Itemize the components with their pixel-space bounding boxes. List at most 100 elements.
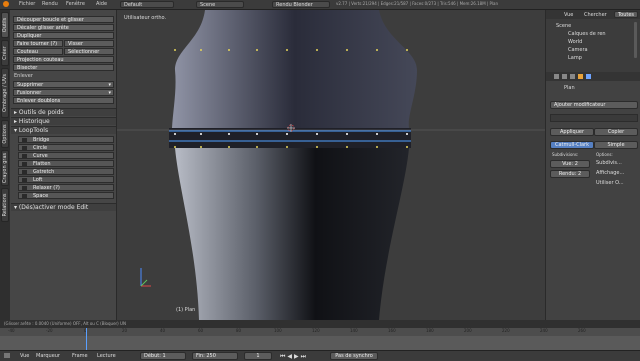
timeline-view-menu[interactable]: Vue	[20, 353, 29, 359]
tick-label: 160	[388, 328, 396, 333]
duplicate-button[interactable]: Dupliquer	[13, 32, 114, 39]
current-frame-field[interactable]: 1	[244, 352, 272, 360]
render-levels-field[interactable]: Rendu: 2	[550, 170, 590, 178]
tool-shelf-tabs: Outils Créer Ombrage / UVs Options Crayo…	[0, 10, 10, 320]
vase-lower-mesh	[175, 148, 409, 320]
tick-label: 40	[160, 328, 166, 333]
edge-slide-button[interactable]: Décaler glisser arête	[13, 24, 114, 31]
option-use-opensubdiv[interactable]: Utiliser O...	[596, 180, 624, 186]
outliner: Vue Chercher Toutes Scene Calques de ren…	[545, 10, 640, 72]
option-optimal-display[interactable]: Affichage...	[596, 170, 624, 176]
start-frame-field[interactable]: Début: 1	[140, 352, 186, 360]
layout-dropdown[interactable]: Default	[120, 1, 174, 8]
panel-looptools[interactable]: ▾ LoopTools	[11, 126, 116, 134]
render-tab-icon[interactable]	[554, 74, 559, 79]
mesh-view[interactable]	[117, 10, 545, 320]
arrow-icon	[22, 146, 27, 150]
vase-upper-mesh	[172, 10, 417, 128]
outliner-item-scene[interactable]: Scene	[556, 23, 571, 29]
timeline-frame-menu[interactable]: Frame	[72, 353, 88, 359]
remove-label: Enlever	[14, 73, 33, 79]
scene-tab-icon[interactable]	[562, 74, 567, 79]
add-modifier-dropdown[interactable]: Ajouter modificateur	[550, 101, 638, 109]
looptools-circle[interactable]: Circle	[18, 144, 114, 151]
bisect-button[interactable]: Bisecter	[13, 64, 114, 71]
tab-create[interactable]: Créer	[1, 40, 9, 66]
menu-help[interactable]: Aide	[96, 1, 107, 7]
looptools-gstretch[interactable]: Gstretch	[18, 168, 114, 175]
timeline-playback-menu[interactable]: Lecture	[97, 353, 116, 359]
editor-type-icon[interactable]	[4, 353, 10, 358]
tick-label: 180	[426, 328, 434, 333]
simple-button[interactable]: Simple	[594, 141, 638, 149]
catmull-clark-button[interactable]: Catmull-Clark	[550, 141, 594, 149]
apply-button[interactable]: Appliquer	[550, 128, 594, 136]
outliner-item-render-layers[interactable]: Calques de ren	[568, 31, 606, 37]
blender-logo-icon[interactable]	[3, 1, 9, 7]
arrow-icon	[22, 154, 27, 158]
remove-doubles-button[interactable]: Enlever doublons	[13, 97, 114, 104]
arrow-icon	[22, 194, 27, 198]
arrow-icon	[22, 186, 27, 190]
view-levels-field[interactable]: Vue: 2	[550, 160, 590, 168]
menu-file[interactable]: Fichier	[19, 1, 35, 7]
modifier-header	[550, 114, 638, 122]
looptools-relax[interactable]: Relaxer (?)	[18, 184, 114, 191]
merge-dropdown[interactable]: Fusionner ▾	[13, 89, 114, 96]
outliner-view-menu[interactable]: Vue	[564, 12, 573, 18]
scene-dropdown[interactable]: Scene	[196, 1, 244, 8]
tab-options[interactable]: Options	[1, 120, 9, 148]
engine-dropdown[interactable]: Rendu Blender	[272, 1, 330, 8]
copy-button[interactable]: Copier	[594, 128, 638, 136]
loopcut-slide-button[interactable]: Découper boucle et glisser	[13, 16, 114, 23]
tab-shading-uvs[interactable]: Ombrage / UVs	[1, 68, 9, 118]
outliner-item-world[interactable]: World	[568, 39, 582, 45]
outliner-item-lamp[interactable]: Lamp	[568, 55, 582, 61]
looptools-curve[interactable]: Curve	[18, 152, 114, 159]
tick-label: 60	[198, 328, 204, 333]
tab-relations[interactable]: Relations	[1, 188, 9, 222]
timeline[interactable]: -40 -20 0 20 40 60 80 100 120 140 160 18…	[0, 328, 640, 350]
spin-button[interactable]: Faire tourner (?)	[13, 40, 63, 47]
properties-editor: Plan Ajouter modificateur Appliquer Copi…	[545, 72, 640, 320]
tick-label: 120	[312, 328, 320, 333]
timeline-marker-menu[interactable]: Marqueur	[36, 353, 60, 359]
tick-label: 200	[464, 328, 472, 333]
tick-label: -40	[8, 328, 15, 333]
outliner-scrollbar[interactable]	[634, 22, 637, 58]
world-tab-icon[interactable]	[570, 74, 575, 79]
last-operator-panel[interactable]: ▾ (Dés)activer mode Edit	[11, 203, 116, 211]
knife-button[interactable]: Couteau	[13, 48, 63, 55]
delete-dropdown[interactable]: Supprimer ▾	[13, 81, 114, 88]
tick-label: 260	[578, 328, 586, 333]
sync-dropdown[interactable]: Pas de synchro	[330, 352, 378, 360]
screw-button[interactable]: Visser	[64, 40, 114, 47]
top-menubar: Fichier Rendu Fenêtre Aide Default Scene…	[0, 0, 640, 10]
outliner-item-camera[interactable]: Camera	[568, 47, 588, 53]
option-subdivide-uvs[interactable]: Subdivis...	[596, 160, 622, 166]
tick-label: 240	[540, 328, 548, 333]
outliner-display-dropdown[interactable]: Toutes	[614, 11, 638, 18]
axis-gizmo	[140, 268, 151, 287]
panel-history[interactable]: ▸ Historique	[11, 117, 116, 125]
tab-grease-pencil[interactable]: Crayon gras	[1, 150, 9, 186]
select-button[interactable]: Sélectionner	[64, 48, 114, 55]
menu-render[interactable]: Rendu	[42, 1, 58, 7]
3d-viewport[interactable]: Utilisateur ortho. (1) Plan	[117, 10, 545, 320]
outliner-search-menu[interactable]: Chercher	[584, 12, 607, 18]
object-tab-icon[interactable]	[578, 74, 583, 79]
looptools-bridge[interactable]: Bridge	[18, 136, 114, 143]
knife-project-button[interactable]: Projection couteau	[13, 56, 114, 63]
looptools-loft[interactable]: Loft	[18, 176, 114, 183]
modifier-tab-icon[interactable]	[586, 74, 591, 79]
menu-window[interactable]: Fenêtre	[66, 1, 85, 7]
view-label: Utilisateur ortho.	[124, 15, 167, 21]
playhead[interactable]	[86, 328, 87, 350]
end-frame-field[interactable]: Fin: 250	[192, 352, 238, 360]
arrow-icon	[22, 162, 27, 166]
panel-weight-tools[interactable]: ▸ Outils de poids	[11, 108, 116, 116]
tab-tools[interactable]: Outils	[1, 12, 9, 38]
looptools-space[interactable]: Space	[18, 192, 114, 199]
options-label: Options:	[596, 152, 613, 157]
looptools-flatten[interactable]: Flatten	[18, 160, 114, 167]
